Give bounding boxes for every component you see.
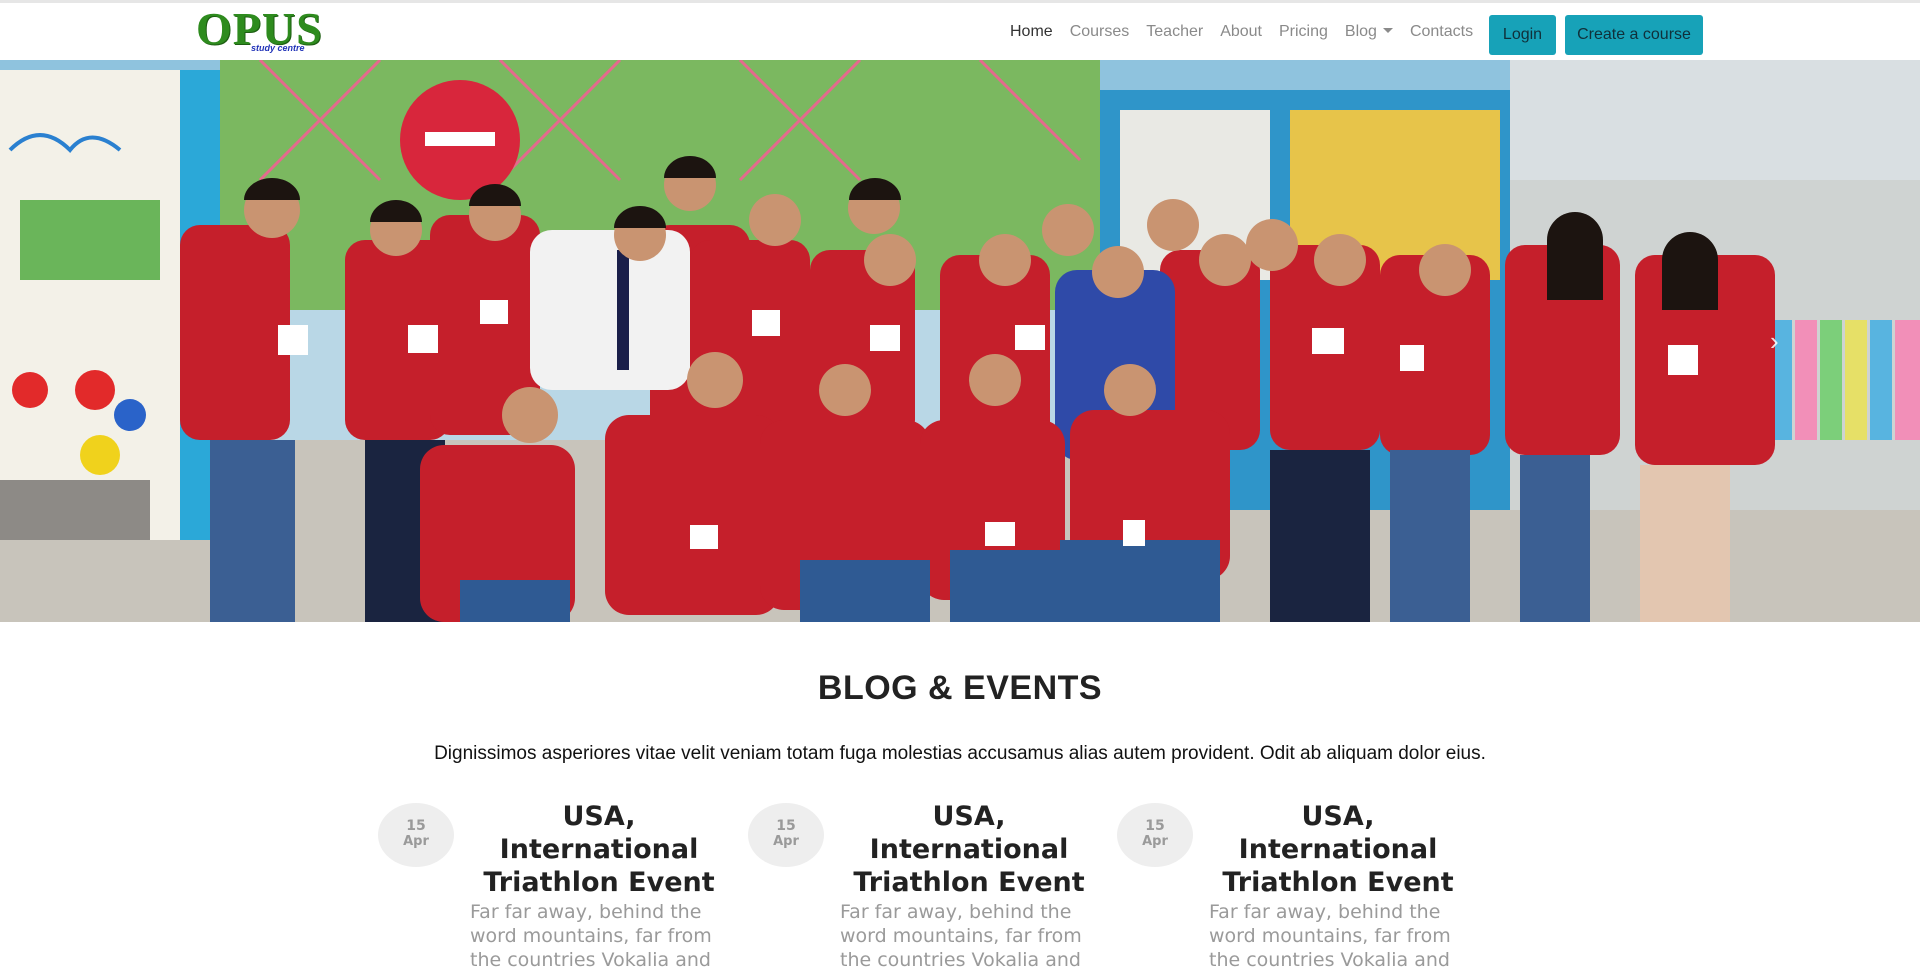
blog-card-title[interactable]: USA, International Triathlon Event xyxy=(474,800,724,899)
nav-pricing[interactable]: Pricing xyxy=(1279,21,1328,43)
date-badge: 15 Apr xyxy=(378,803,454,867)
date-month: Apr xyxy=(773,834,799,849)
blog-section-title: BLOG & EVENTS xyxy=(817,669,1103,707)
date-day: 15 xyxy=(1145,818,1165,834)
nav-teacher[interactable]: Teacher xyxy=(1146,21,1203,43)
nav-home[interactable]: Home xyxy=(1010,21,1053,43)
blog-card: 15 Apr USA, International Triathlon Even… xyxy=(748,800,1118,975)
nav-blog-label: Blog xyxy=(1344,23,1377,40)
nav-courses[interactable]: Courses xyxy=(1070,21,1130,43)
brand-logo[interactable]: OPUS study centre xyxy=(196,5,322,57)
nav-contacts[interactable]: Contacts xyxy=(1410,21,1473,43)
login-button[interactable]: Login xyxy=(1489,15,1556,55)
nav-about[interactable]: About xyxy=(1220,21,1262,43)
blog-card-text: Far far away, behind the word mountains,… xyxy=(470,901,712,971)
blog-card-title[interactable]: USA, International Triathlon Event xyxy=(844,800,1094,899)
navbar: OPUS study centre Home Courses Teacher A… xyxy=(0,3,1920,60)
blog-card: 15 Apr USA, International Triathlon Even… xyxy=(1117,800,1487,975)
nav-blog-dropdown[interactable]: Blog xyxy=(1345,21,1393,43)
date-day: 15 xyxy=(776,818,796,834)
blog-card-text: Far far away, behind the word mountains,… xyxy=(1209,901,1451,971)
blog-section-description: Dignissimos asperiores vitae velit venia… xyxy=(434,743,1486,764)
main-nav: Home Courses Teacher About Pricing Blog … xyxy=(1010,21,1490,43)
blog-card-title[interactable]: USA, International Triathlon Event xyxy=(1213,800,1463,899)
date-month: Apr xyxy=(1142,834,1168,849)
hero-photo xyxy=(0,60,1920,622)
date-month: Apr xyxy=(403,834,429,849)
date-badge: 15 Apr xyxy=(1117,803,1193,867)
blog-card: 15 Apr USA, International Triathlon Even… xyxy=(378,800,748,975)
hero-carousel: › xyxy=(0,60,1920,622)
caret-down-icon xyxy=(1382,28,1393,33)
date-day: 15 xyxy=(406,818,426,834)
create-course-button[interactable]: Create a course xyxy=(1565,15,1703,55)
blog-card-text: Far far away, behind the word mountains,… xyxy=(840,901,1082,971)
carousel-next-icon[interactable]: › xyxy=(1770,328,1779,354)
brand-tagline: study centre xyxy=(251,43,305,53)
date-badge: 15 Apr xyxy=(748,803,824,867)
